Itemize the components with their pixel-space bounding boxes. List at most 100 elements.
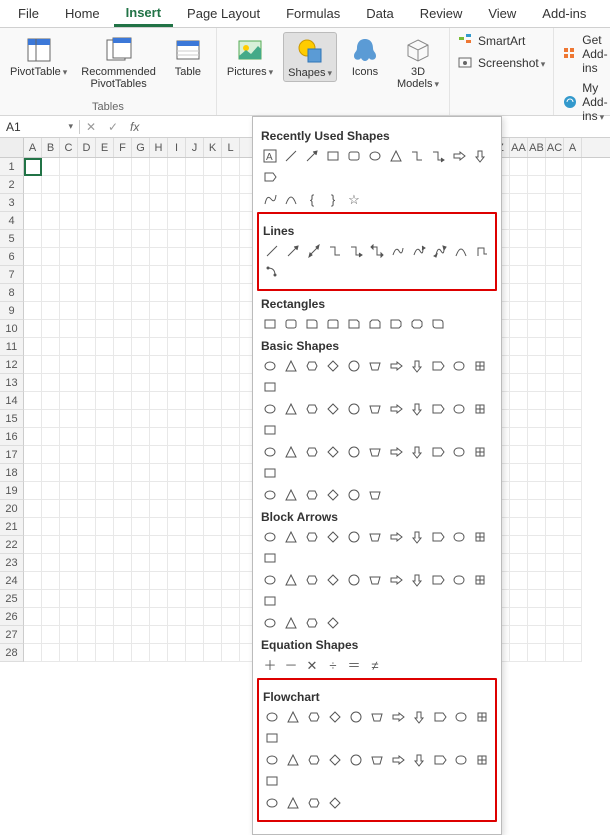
- eq-div[interactable]: ÷: [324, 656, 342, 674]
- basic-shape-34[interactable]: [471, 443, 489, 461]
- arrow-shape-1[interactable]: [282, 528, 300, 546]
- basic-shape-23[interactable]: [261, 421, 279, 439]
- rect-2[interactable]: [282, 315, 300, 333]
- flow-shape-9[interactable]: [452, 708, 470, 726]
- row-header-4[interactable]: 4: [0, 212, 24, 230]
- col-header-AA[interactable]: AA: [510, 138, 528, 157]
- line-1[interactable]: [263, 242, 281, 260]
- basic-shape-35[interactable]: [261, 464, 279, 482]
- shape-line[interactable]: [282, 147, 300, 165]
- 3d-models-button[interactable]: 3DModels: [393, 32, 443, 92]
- icons-button[interactable]: Icons: [343, 32, 387, 80]
- basic-shape-19[interactable]: [408, 400, 426, 418]
- basic-shape-14[interactable]: [303, 400, 321, 418]
- line-2[interactable]: [284, 242, 302, 260]
- tab-file[interactable]: File: [6, 2, 51, 25]
- basic-shape-25[interactable]: [282, 443, 300, 461]
- rect-8[interactable]: [408, 315, 426, 333]
- my-addins-button[interactable]: My Add-ins: [560, 80, 609, 124]
- basic-shape-11[interactable]: [261, 378, 279, 396]
- row-header-8[interactable]: 8: [0, 284, 24, 302]
- flow-shape-5[interactable]: [368, 708, 386, 726]
- flow-shape-26[interactable]: [305, 794, 323, 812]
- eq-minus[interactable]: －: [282, 656, 300, 674]
- arrow-shape-3[interactable]: [324, 528, 342, 546]
- row-header-21[interactable]: 21: [0, 518, 24, 536]
- flow-shape-21[interactable]: [452, 751, 470, 769]
- flow-shape-11[interactable]: [263, 729, 281, 747]
- line-5[interactable]: [347, 242, 365, 260]
- eq-eq[interactable]: ＝: [345, 656, 363, 674]
- flow-shape-25[interactable]: [284, 794, 302, 812]
- get-addins-button[interactable]: Get Add-ins: [560, 32, 609, 76]
- row-header-22[interactable]: 22: [0, 536, 24, 554]
- row-header-17[interactable]: 17: [0, 446, 24, 464]
- flow-shape-2[interactable]: [305, 708, 323, 726]
- flow-shape-10[interactable]: [473, 708, 491, 726]
- row-header-5[interactable]: 5: [0, 230, 24, 248]
- basic-shape-5[interactable]: [366, 357, 384, 375]
- row-header-25[interactable]: 25: [0, 590, 24, 608]
- arrow-shape-5[interactable]: [366, 528, 384, 546]
- arrow-shape-4[interactable]: [345, 528, 363, 546]
- arrow-shape-22[interactable]: [471, 571, 489, 589]
- basic-shape-17[interactable]: [366, 400, 384, 418]
- col-header-B[interactable]: B: [42, 138, 60, 157]
- pivottable-button[interactable]: PivotTable: [6, 32, 71, 80]
- rect-7[interactable]: [387, 315, 405, 333]
- basic-shape-41[interactable]: [366, 486, 384, 504]
- flow-shape-6[interactable]: [389, 708, 407, 726]
- arrow-shape-2[interactable]: [303, 528, 321, 546]
- tab-page-layout[interactable]: Page Layout: [175, 2, 272, 25]
- flow-shape-1[interactable]: [284, 708, 302, 726]
- row-header-7[interactable]: 7: [0, 266, 24, 284]
- row-header-20[interactable]: 20: [0, 500, 24, 518]
- tab-addins[interactable]: Add-ins: [530, 2, 598, 25]
- shape-rbrace[interactable]: }: [324, 190, 342, 208]
- basic-shape-6[interactable]: [387, 357, 405, 375]
- basic-shape-18[interactable]: [387, 400, 405, 418]
- shape-lbrace[interactable]: {: [303, 190, 321, 208]
- flow-shape-24[interactable]: [263, 794, 281, 812]
- flow-shape-3[interactable]: [326, 708, 344, 726]
- arrow-shape-6[interactable]: [387, 528, 405, 546]
- basic-shape-9[interactable]: [450, 357, 468, 375]
- arrow-shape-7[interactable]: [408, 528, 426, 546]
- basic-shape-0[interactable]: [261, 357, 279, 375]
- table-button[interactable]: Table: [166, 32, 210, 80]
- col-header-J[interactable]: J: [186, 138, 204, 157]
- arrow-shape-14[interactable]: [303, 571, 321, 589]
- smartart-button[interactable]: SmartArt: [456, 32, 547, 50]
- line-10[interactable]: [452, 242, 470, 260]
- confirm-formula-button[interactable]: ✓: [102, 120, 124, 134]
- row-header-3[interactable]: 3: [0, 194, 24, 212]
- row-header-15[interactable]: 15: [0, 410, 24, 428]
- tab-insert[interactable]: Insert: [114, 1, 173, 27]
- row-header-27[interactable]: 27: [0, 626, 24, 644]
- shape-round-rect[interactable]: [345, 147, 363, 165]
- basic-shape-16[interactable]: [345, 400, 363, 418]
- col-header-K[interactable]: K: [204, 138, 222, 157]
- arrow-shape-27[interactable]: [324, 614, 342, 632]
- flow-shape-8[interactable]: [431, 708, 449, 726]
- basic-shape-40[interactable]: [345, 486, 363, 504]
- arrow-shape-26[interactable]: [303, 614, 321, 632]
- col-header-D[interactable]: D: [78, 138, 96, 157]
- basic-shape-7[interactable]: [408, 357, 426, 375]
- row-header-12[interactable]: 12: [0, 356, 24, 374]
- shape-right-arrow[interactable]: [450, 147, 468, 165]
- basic-shape-33[interactable]: [450, 443, 468, 461]
- line-6[interactable]: [368, 242, 386, 260]
- flow-shape-15[interactable]: [326, 751, 344, 769]
- cancel-formula-button[interactable]: ✕: [80, 120, 102, 134]
- row-header-28[interactable]: 28: [0, 644, 24, 662]
- row-header-18[interactable]: 18: [0, 464, 24, 482]
- basic-shape-4[interactable]: [345, 357, 363, 375]
- row-header-13[interactable]: 13: [0, 374, 24, 392]
- arrow-shape-13[interactable]: [282, 571, 300, 589]
- fx-button[interactable]: fx: [124, 120, 145, 134]
- shape-triangle[interactable]: [387, 147, 405, 165]
- col-header-A[interactable]: A: [24, 138, 42, 157]
- basic-shape-32[interactable]: [429, 443, 447, 461]
- line-8[interactable]: [410, 242, 428, 260]
